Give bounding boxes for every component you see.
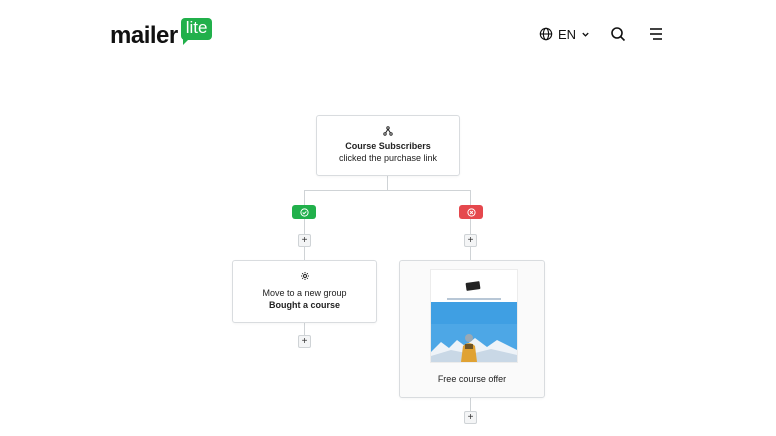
no-branch-badge[interactable]: [459, 205, 483, 219]
add-step-button[interactable]: +: [464, 411, 477, 424]
branch-icon: [383, 126, 393, 136]
trigger-card[interactable]: Course Subscribers clicked the purchase …: [316, 115, 460, 176]
connector-line: [470, 396, 471, 411]
gear-icon: [300, 272, 309, 280]
email-thumbnail-photo: [431, 302, 517, 362]
email-thumbnail-logo: [465, 281, 481, 291]
trigger-subtitle: clicked the purchase link: [338, 153, 438, 163]
trigger-title: Course Subscribers: [345, 141, 431, 151]
workflow-canvas: Course Subscribers clicked the purchase …: [0, 0, 776, 436]
add-step-button[interactable]: +: [298, 335, 311, 348]
close-circle-icon: [466, 207, 476, 217]
connector-line: [470, 190, 471, 205]
add-step-button[interactable]: +: [464, 234, 477, 247]
action-line2: Bought a course: [268, 300, 340, 310]
check-circle-icon: [299, 207, 309, 217]
action-line1: Move to a new group: [262, 288, 347, 298]
connector-line: [304, 190, 305, 205]
add-step-button[interactable]: +: [298, 234, 311, 247]
move-group-action-card[interactable]: Move to a new group Bought a course: [232, 260, 377, 323]
yes-branch-badge[interactable]: [292, 205, 316, 219]
email-thumbnail: [430, 269, 518, 363]
email-label: Free course offer: [437, 374, 507, 384]
email-action-card[interactable]: Free course offer: [399, 260, 545, 398]
connector-line: [387, 175, 388, 190]
email-thumbnail-nav: [447, 298, 501, 300]
connector-line: [304, 190, 471, 191]
